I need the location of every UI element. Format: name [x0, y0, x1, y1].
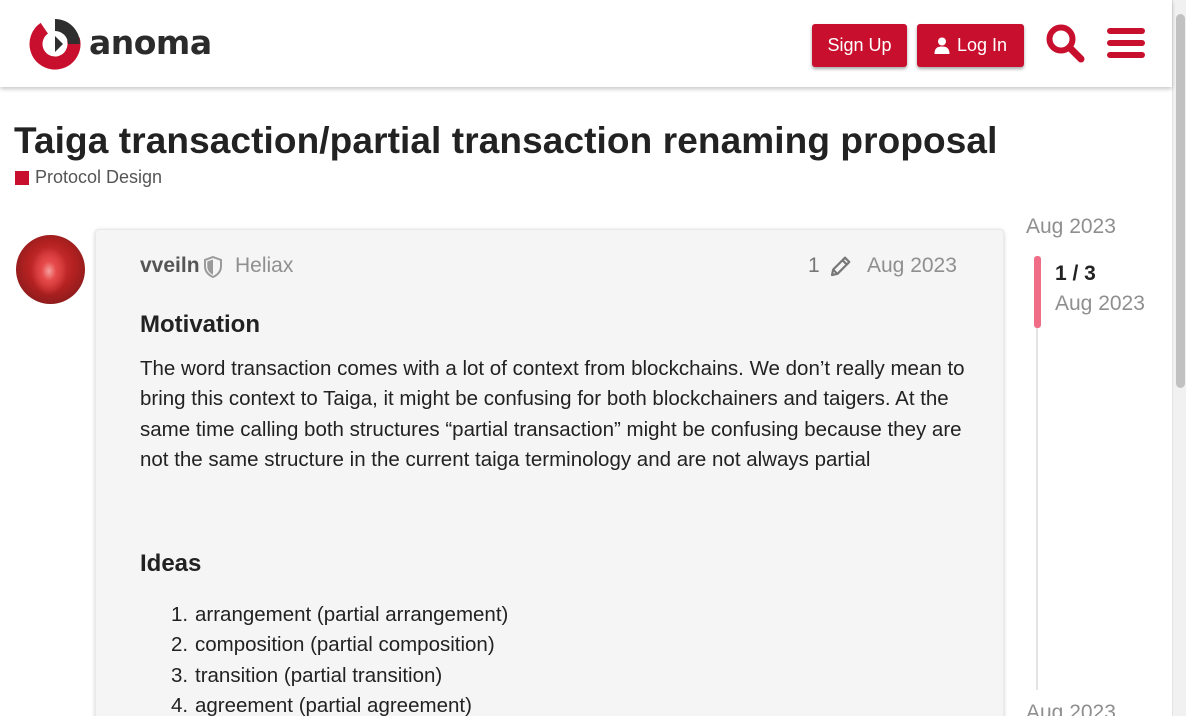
pencil-icon	[830, 256, 851, 277]
anoma-logo-icon	[29, 18, 81, 70]
timeline-position: 1 / 3	[1055, 262, 1096, 285]
edit-count: 1	[808, 254, 820, 277]
site-header: anoma Sign Up Log In	[0, 0, 1172, 87]
post-date[interactable]: Aug 2023	[867, 254, 957, 278]
logo-wordmark: anoma	[89, 22, 212, 62]
edit-history-button[interactable]: 1	[808, 254, 852, 278]
list-item: 2. composition (partial composition)	[171, 633, 495, 657]
category-color-swatch	[15, 170, 29, 185]
user-title: Heliax	[235, 254, 294, 277]
motivation-heading: Motivation	[140, 311, 260, 338]
category-name: Protocol Design	[35, 167, 163, 187]
category-badge[interactable]: Protocol Design	[15, 167, 162, 188]
search-button[interactable]	[1043, 21, 1087, 65]
log-in-label: Log In	[956, 35, 1008, 55]
shield-icon	[204, 256, 222, 278]
sign-up-button[interactable]: Sign Up	[812, 24, 907, 67]
log-in-button[interactable]: Log In	[917, 24, 1024, 67]
avatar[interactable]	[16, 235, 85, 304]
user-icon	[934, 37, 950, 54]
hamburger-menu-icon	[1107, 28, 1145, 58]
timeline-scroll-handle[interactable]	[1034, 256, 1041, 328]
post-username[interactable]: vveiln	[140, 254, 200, 278]
list-item: 1. arrangement (partial arrangement)	[171, 603, 509, 626]
timeline-start-date[interactable]: Aug 2023	[1026, 215, 1116, 239]
scrollbar-thumb[interactable]	[1176, 14, 1185, 388]
timeline-current-date: Aug 2023	[1055, 292, 1145, 315]
list-item: 3. transition (partial transition)	[171, 663, 443, 687]
timeline-end-date[interactable]: Aug 2023	[1026, 701, 1116, 716]
motivation-paragraph: The word transaction comes with a lot of…	[140, 357, 965, 472]
page-scrollbar[interactable]	[1172, 0, 1186, 716]
site-logo[interactable]: anoma	[29, 18, 212, 70]
topic-title[interactable]: Taiga transaction/partial transaction re…	[14, 120, 997, 162]
ideas-list: 1. arrangement (partial arrangement) 2. co…	[171, 600, 508, 716]
ideas-heading: Ideas	[140, 550, 202, 577]
hamburger-menu-button[interactable]	[1104, 21, 1148, 65]
search-icon	[1046, 24, 1085, 63]
list-item: 4. agreement (partial agreement)	[171, 694, 472, 716]
post-card: vveiln Heliax 1 Aug 2023 Motivation The …	[95, 229, 1004, 716]
